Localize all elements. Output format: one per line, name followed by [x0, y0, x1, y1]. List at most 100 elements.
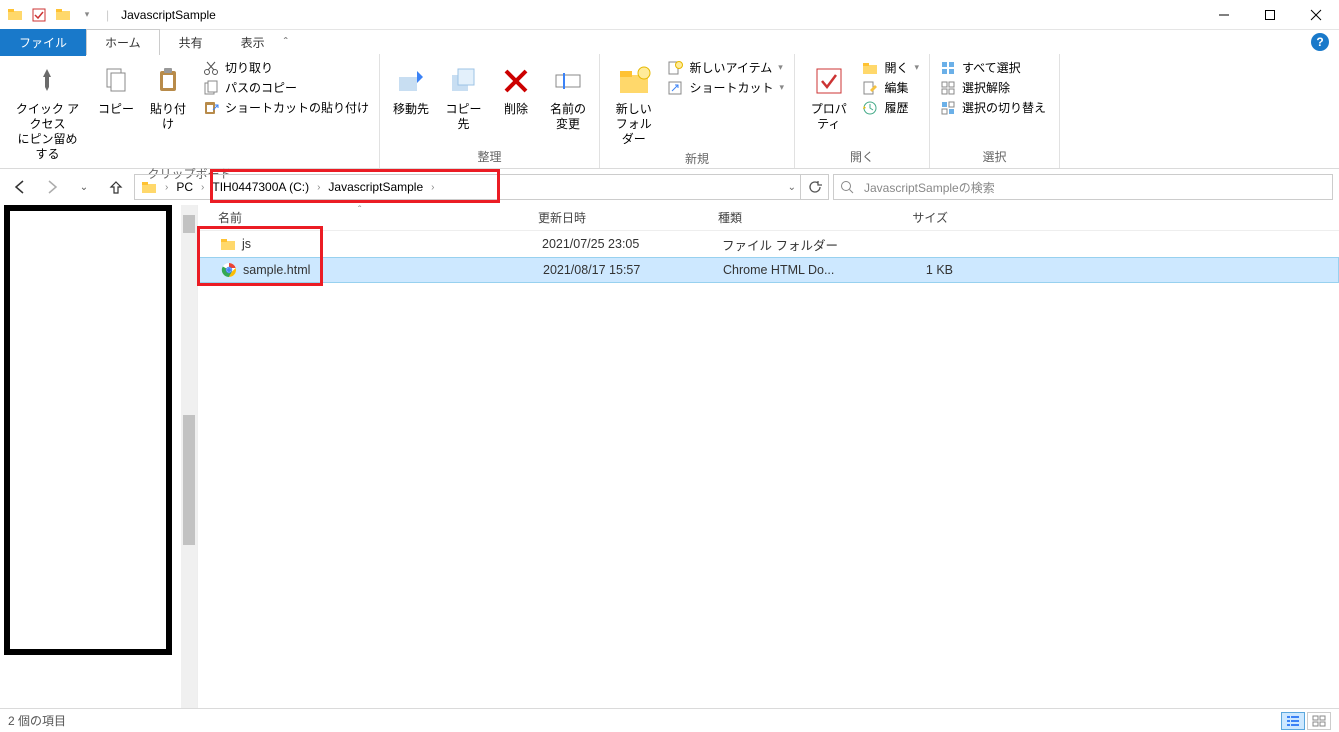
column-name-header[interactable]: 名前: [218, 209, 538, 226]
properties-button[interactable]: プロパティ: [801, 58, 856, 134]
scissors-icon: [203, 60, 219, 76]
column-type-header[interactable]: 種類: [718, 209, 868, 226]
navigation-pane[interactable]: [0, 205, 198, 708]
annotation-highlight: [197, 226, 323, 286]
select-none-button[interactable]: 選択解除: [936, 78, 1050, 97]
paste-shortcut-button[interactable]: ショートカットの貼り付け: [199, 98, 373, 117]
newfolder-label: 新しい フォルダー: [612, 102, 655, 147]
up-button[interactable]: [102, 179, 130, 195]
tab-file[interactable]: ファイル: [0, 29, 86, 56]
file-list-pane: ˆ 名前 更新日時 種類 サイズ js 2021/07/25 23:05 ファイ…: [198, 205, 1339, 708]
select-group-label: 選択: [936, 147, 1053, 166]
select-all-label: すべて選択: [962, 59, 1021, 76]
new-group-label: 新規: [606, 149, 788, 168]
file-type: ファイル フォルダー: [722, 235, 872, 254]
qat-more-icon[interactable]: ▾: [76, 4, 98, 26]
pin-to-quick-access-button[interactable]: クイック アクセス にピン留めする: [6, 58, 89, 164]
new-folder-button[interactable]: 新しい フォルダー: [606, 58, 661, 149]
paste-label: 貼り付け: [149, 102, 187, 132]
copyto-label: コピー先: [444, 102, 483, 132]
address-bar[interactable]: › PC › TIH0447300A (C:) › JavascriptSamp…: [134, 174, 829, 200]
maximize-button[interactable]: [1247, 0, 1293, 30]
open-label: 開く: [884, 59, 908, 76]
file-date: 2021/07/25 23:05: [542, 237, 722, 251]
open-button[interactable]: 開く ▾: [858, 58, 923, 77]
details-view-button[interactable]: [1281, 712, 1305, 730]
history-label: 履歴: [884, 99, 908, 116]
new-shortcut-button[interactable]: ショートカット ▾: [663, 78, 788, 97]
quick-access-newfolder-icon[interactable]: [52, 4, 74, 26]
status-item-count: 2 個の項目: [8, 712, 66, 729]
ribbon: クイック アクセス にピン留めする コピー 貼り付け 切り取り パスのコピー: [0, 54, 1339, 169]
copy-label: コピー: [98, 102, 134, 117]
copy-path-button[interactable]: パスのコピー: [199, 78, 373, 97]
tab-home[interactable]: ホーム: [86, 29, 160, 55]
content-area: ˆ 名前 更新日時 種類 サイズ js 2021/07/25 23:05 ファイ…: [0, 205, 1339, 708]
new-item-button[interactable]: 新しいアイテム ▾: [663, 58, 788, 77]
address-bar-row: ⌄ › PC › TIH0447300A (C:) › JavascriptSa…: [0, 169, 1339, 205]
new-item-icon: [667, 60, 683, 76]
history-button[interactable]: 履歴: [858, 98, 923, 117]
chevron-icon[interactable]: ›: [195, 182, 210, 193]
copy-button[interactable]: コピー: [91, 58, 141, 119]
history-icon: [862, 100, 878, 116]
select-all-button[interactable]: すべて選択: [936, 58, 1050, 77]
recent-button[interactable]: ⌄: [70, 182, 98, 193]
dropdown-icon: ▾: [779, 82, 784, 93]
organize-group-label: 整理: [386, 147, 593, 166]
title-separator: |: [102, 8, 113, 22]
collapse-ribbon-icon[interactable]: ˆ: [284, 35, 288, 49]
move-to-button[interactable]: 移動先: [386, 58, 436, 119]
file-type: Chrome HTML Do...: [723, 263, 873, 277]
file-size: 1 KB: [873, 263, 953, 277]
select-none-label: 選択解除: [962, 79, 1010, 96]
rename-label: 名前の 変更: [550, 102, 586, 132]
file-row[interactable]: sample.html 2021/08/17 15:57 Chrome HTML…: [198, 257, 1339, 283]
annotation-blackbox: [4, 205, 172, 655]
pin-label: クイック アクセス にピン留めする: [12, 102, 83, 162]
help-icon[interactable]: ?: [1311, 33, 1329, 51]
column-headers: ˆ 名前 更新日時 種類 サイズ: [198, 205, 1339, 231]
forward-button[interactable]: [38, 179, 66, 195]
moveto-label: 移動先: [393, 102, 429, 117]
title-bar: ▾ | JavascriptSample: [0, 0, 1339, 30]
file-row[interactable]: js 2021/07/25 23:05 ファイル フォルダー: [198, 231, 1339, 257]
back-button[interactable]: [6, 179, 34, 195]
select-invert-label: 選択の切り替え: [962, 99, 1046, 116]
edit-icon: [862, 80, 878, 96]
ribbon-tabs: ファイル ホーム 共有 表示 ˆ ?: [0, 30, 1339, 54]
delete-button[interactable]: 削除: [491, 58, 541, 119]
thumbnails-view-button[interactable]: [1307, 712, 1331, 730]
refresh-button[interactable]: [800, 174, 828, 200]
copy-path-icon: [203, 80, 219, 96]
column-size-header[interactable]: サイズ: [868, 209, 948, 226]
paste-shortcut-icon: [203, 100, 219, 116]
dropdown-icon: ▾: [778, 62, 783, 73]
edit-label: 編集: [884, 79, 908, 96]
paste-shortcut-label: ショートカットの貼り付け: [225, 99, 369, 116]
close-button[interactable]: [1293, 0, 1339, 30]
select-invert-button[interactable]: 選択の切り替え: [936, 98, 1050, 117]
file-date: 2021/08/17 15:57: [543, 263, 723, 277]
copy-icon: [100, 60, 132, 102]
edit-button[interactable]: 編集: [858, 78, 923, 97]
scroll-up-icon[interactable]: [183, 215, 195, 233]
quick-access-props-icon[interactable]: [28, 4, 50, 26]
addr-dropdown-icon[interactable]: ⌄: [788, 182, 800, 193]
chevron-icon[interactable]: ›: [159, 182, 174, 193]
copy-path-label: パスのコピー: [225, 79, 297, 96]
copy-to-button[interactable]: コピー先: [438, 58, 489, 134]
shortcut-icon: [667, 80, 683, 96]
tab-view[interactable]: 表示: [222, 29, 284, 56]
search-icon: [840, 180, 854, 194]
column-date-header[interactable]: 更新日時: [538, 209, 718, 226]
breadcrumb[interactable]: PC: [174, 180, 195, 194]
minimize-button[interactable]: [1201, 0, 1247, 30]
nav-scrollbar[interactable]: [181, 205, 197, 708]
tab-share[interactable]: 共有: [160, 29, 222, 56]
rename-button[interactable]: 名前の 変更: [543, 58, 593, 134]
cut-button[interactable]: 切り取り: [199, 58, 373, 77]
paste-button[interactable]: 貼り付け: [143, 58, 193, 134]
scroll-thumb[interactable]: [183, 415, 195, 545]
search-input[interactable]: JavascriptSampleの検索: [833, 174, 1333, 200]
